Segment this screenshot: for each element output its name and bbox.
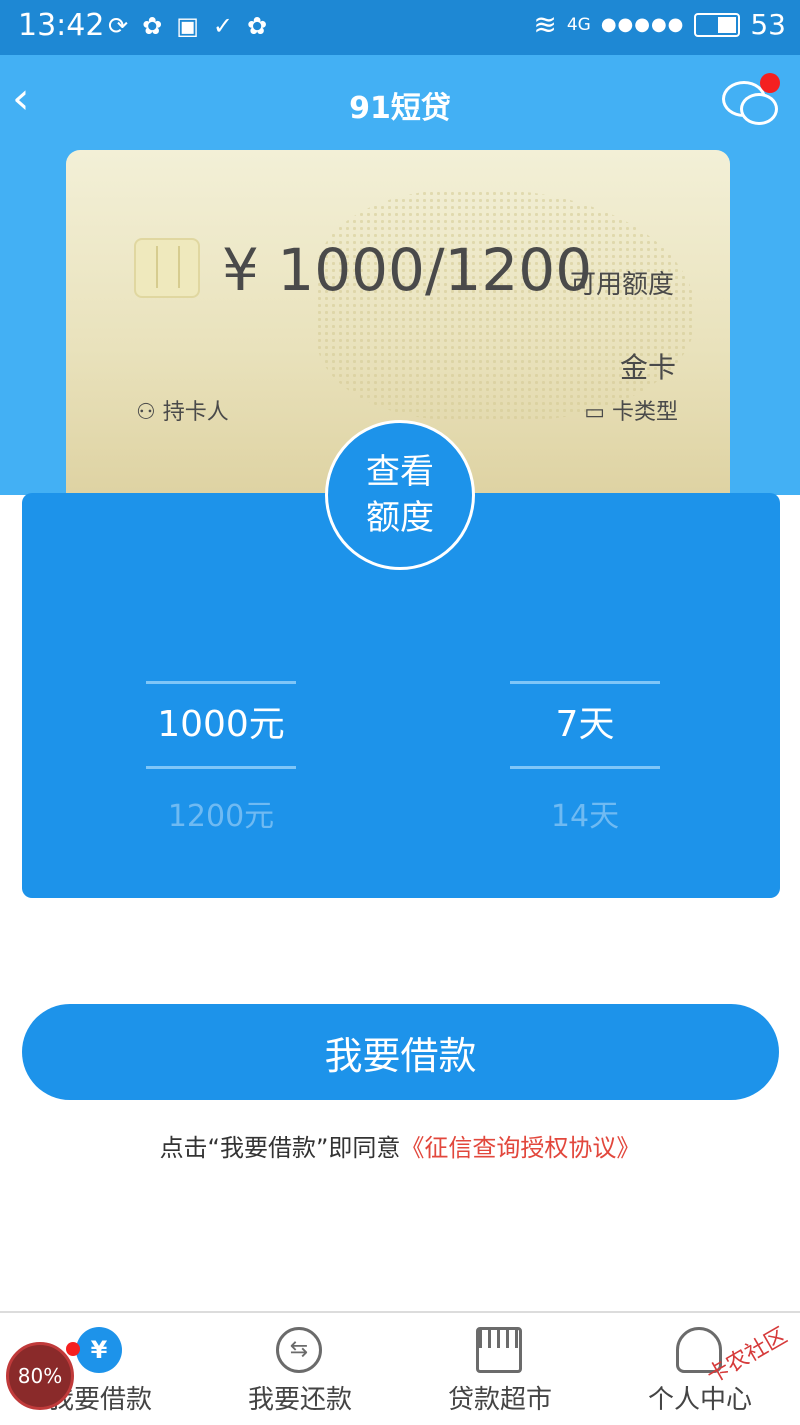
holder-label: 持卡人 (162, 400, 229, 425)
status-time: 13:42 (18, 8, 105, 43)
notification-icons: ⟳ ✿ ▣ ✓ ✿ (108, 12, 267, 40)
sync-icon: ⟳ (108, 12, 129, 40)
tab-label: 贷款超市 (447, 1385, 552, 1415)
card-type-value: 金卡 (619, 351, 676, 384)
chat-icon[interactable] (722, 73, 780, 125)
person-icon: ⚇ (136, 400, 156, 425)
check-icon: ✓ (212, 12, 234, 40)
credit-amount: ¥ 1000/1200 (222, 236, 593, 304)
tab-repay[interactable]: ⇆ 我要还款 (200, 1313, 400, 1425)
view-limit-line2: 额度 (366, 498, 434, 538)
battery-icon (694, 12, 741, 37)
amount-picker[interactable]: 1000元 1200元 (146, 681, 296, 835)
tab-market[interactable]: 贷款超市 (400, 1313, 600, 1425)
amount-option[interactable]: 1200元 (146, 791, 296, 835)
agreement-link[interactable]: 《征信查询授权协议》 (400, 1134, 640, 1162)
available-label: 可用额度 (570, 270, 675, 300)
borrow-button[interactable]: 我要借款 (22, 1004, 779, 1100)
view-limit-button[interactable]: 查看 额度 (325, 420, 475, 570)
baidu-icon: ✿ (142, 12, 163, 40)
image-icon: ▣ (176, 12, 199, 40)
view-limit-line1: 查看 (366, 452, 434, 492)
swap-icon: ⇆ (276, 1327, 322, 1373)
status-right: ≋ 4G ●●●●● 53 (533, 8, 786, 41)
card-type: ▭ 卡类型 (584, 394, 678, 426)
floating-badge[interactable]: 80% (6, 1342, 74, 1410)
agreement-prefix: 点击“我要借款”即同意 (159, 1134, 401, 1162)
card-holder: ⚇ 持卡人 (136, 394, 229, 426)
tab-label: 我要还款 (247, 1385, 352, 1415)
page-title: 91短贷 (349, 91, 451, 126)
battery-level: 53 (750, 8, 786, 41)
store-icon (476, 1327, 522, 1373)
nav-bar: ‹ 91短贷 (0, 55, 800, 147)
baidu-icon: ✿ (247, 12, 268, 40)
card-chip-icon (134, 238, 200, 298)
agreement-text: 点击“我要借款”即同意《征信查询授权协议》 (0, 1128, 800, 1163)
yen-icon: ¥ (76, 1327, 122, 1373)
unread-dot (760, 73, 780, 93)
card-icon: ▭ (584, 400, 605, 425)
days-option[interactable]: 14天 (510, 791, 660, 835)
status-bar: 13:42 ⟳ ✿ ▣ ✓ ✿ ≋ 4G ●●●●● 53 (0, 0, 800, 55)
signal-icon: ●●●●● (600, 14, 685, 35)
tab-bar: ¥ 我要借款 ⇆ 我要还款 贷款超市 个人中心 (0, 1311, 800, 1425)
wifi-icon: ≋ (533, 8, 557, 41)
days-picker[interactable]: 7天 14天 (510, 681, 660, 835)
amount-selected[interactable]: 1000元 (146, 684, 296, 766)
days-selected[interactable]: 7天 (510, 684, 660, 766)
network-type: 4G (566, 14, 591, 35)
type-label: 卡类型 (611, 400, 678, 425)
tab-label: 个人中心 (647, 1385, 752, 1415)
tab-notification-dot (66, 1342, 80, 1356)
